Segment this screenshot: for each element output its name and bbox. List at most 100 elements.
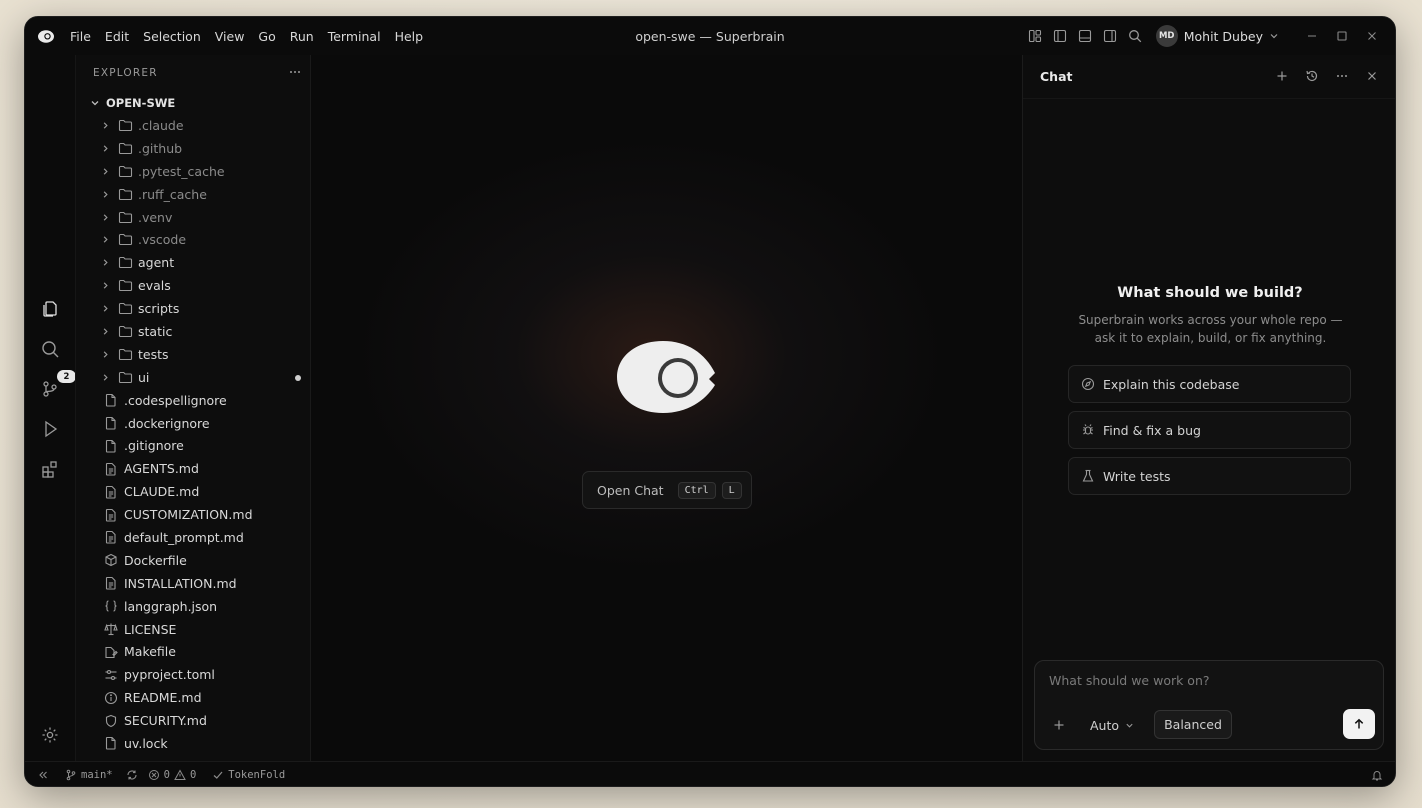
customize-layout-icon[interactable] [1023,24,1048,49]
folder-item[interactable]: .vscode [76,228,310,251]
folder-icon [117,255,133,271]
folder-item[interactable]: agent [76,251,310,274]
folder-item[interactable]: .pytest_cache [76,160,310,183]
app-logo-icon[interactable] [37,27,55,45]
file-label: LICENSE [124,621,177,637]
effort-selector[interactable]: Balanced [1154,710,1232,739]
extensions-icon[interactable] [37,456,63,482]
chat-header: Chat [1023,55,1395,99]
more-options-icon[interactable] [1329,63,1355,89]
menu-selection[interactable]: Selection [136,29,208,44]
folder-item[interactable]: scripts [76,297,310,320]
source-control-icon[interactable]: 2 [37,370,76,402]
menu-go[interactable]: Go [251,29,282,44]
mode-selector[interactable]: Auto [1090,713,1134,737]
menu-terminal[interactable]: Terminal [321,29,388,44]
folder-item[interactable]: tests [76,343,310,366]
file-item[interactable]: CLAUDE.md [76,480,310,503]
branch-name: main* [81,769,113,781]
suggestion-explain-codebase[interactable]: Explain this codebase [1068,365,1351,403]
file-item[interactable]: README.md [76,686,310,709]
close-icon[interactable] [1359,63,1385,89]
close-window-button[interactable] [1357,21,1387,51]
minimize-button[interactable] [1297,21,1327,51]
more-actions-icon[interactable] [288,64,302,83]
sync-icon[interactable] [126,769,138,781]
file-item[interactable]: CUSTOMIZATION.md [76,503,310,526]
file-label: uv.lock [124,735,168,751]
chat-hero-title: What should we build? [1117,285,1303,301]
chevron-right-icon [98,302,112,316]
git-branch-icon [66,769,76,781]
settings-gear-icon[interactable] [37,722,63,748]
shield-icon [103,713,119,729]
branch-indicator[interactable]: main* [65,769,113,781]
menu-edit[interactable]: Edit [98,29,136,44]
folder-item[interactable]: .ruff_cache [76,183,310,206]
problems-indicator[interactable]: 0 0 [148,769,196,781]
folder-icon [117,369,133,385]
file-item[interactable]: Dockerfile [76,549,310,572]
collapse-icon[interactable] [37,769,49,781]
chat-input[interactable] [1049,673,1349,688]
avatar: MD [1155,25,1178,47]
toggle-panel-icon[interactable] [1073,24,1098,49]
file-item[interactable]: SECURITY.md [76,709,310,732]
open-chat-button[interactable]: Open Chat Ctrl L [582,471,752,509]
folder-label: evals [138,278,171,294]
shortcut-modifier: Ctrl [677,481,716,499]
file-item[interactable]: default_prompt.md [76,526,310,549]
folder-icon [117,163,133,179]
folder-item[interactable]: .venv [76,206,310,229]
chevron-right-icon [98,141,112,155]
chat-title: Chat [1040,69,1073,84]
suggestion-label: Write tests [1103,468,1171,484]
suggestion-find-fix-bug[interactable]: Find & fix a bug [1068,411,1351,449]
notifications-bell-icon[interactable] [1371,769,1383,781]
file-item[interactable]: LICENSE [76,618,310,641]
file-label: .codespellignore [124,392,227,408]
maximize-button[interactable] [1327,21,1357,51]
file-item[interactable]: INSTALLATION.md [76,572,310,595]
menu-view[interactable]: View [208,29,252,44]
file-item[interactable]: Makefile [76,640,310,663]
search-view-icon[interactable] [37,336,63,362]
history-icon[interactable] [1299,63,1325,89]
folder-item[interactable]: evals [76,274,310,297]
toggle-secondary-sidebar-icon[interactable] [1098,24,1123,49]
superbrain-logo-icon [615,339,719,419]
file-item[interactable]: pyproject.toml [76,663,310,686]
folder-item[interactable]: .github [76,137,310,160]
file-label: INSTALLATION.md [124,575,237,591]
file-label: default_prompt.md [124,529,244,545]
send-button[interactable] [1343,709,1375,739]
add-context-button[interactable] [1049,713,1069,737]
menu-help[interactable]: Help [388,29,431,44]
folder-item[interactable]: ui [76,366,310,389]
explorer-icon[interactable] [37,296,63,322]
folder-item[interactable]: static [76,320,310,343]
source-control-badge: 2 [57,370,76,383]
tokenfold-indicator[interactable]: TokenFold [212,769,285,781]
toggle-primary-sidebar-icon[interactable] [1048,24,1073,49]
user-menu[interactable]: MD Mohit Dubey [1155,25,1279,47]
file-item[interactable]: langgraph.json [76,595,310,618]
explorer-root-folder[interactable]: OPEN-SWE [76,91,310,114]
run-debug-icon[interactable] [37,416,63,442]
folder-label: .vscode [138,232,187,248]
folder-item[interactable]: .claude [76,114,310,137]
suggestion-write-tests[interactable]: Write tests [1068,457,1351,495]
menu-run[interactable]: Run [283,29,321,44]
chat-composer: Auto Balanced [1034,660,1384,750]
app-window: File Edit Selection View Go Run Terminal… [24,16,1396,787]
search-icon[interactable] [1123,24,1148,49]
file-item[interactable]: .gitignore [76,434,310,457]
file-item[interactable]: .dockerignore [76,412,310,435]
file-icon [103,438,119,454]
new-chat-icon[interactable] [1269,63,1295,89]
file-item[interactable]: uv.lock [76,732,310,755]
folder-icon [117,140,133,156]
file-item[interactable]: AGENTS.md [76,457,310,480]
file-item[interactable]: .codespellignore [76,389,310,412]
menu-file[interactable]: File [63,29,98,44]
